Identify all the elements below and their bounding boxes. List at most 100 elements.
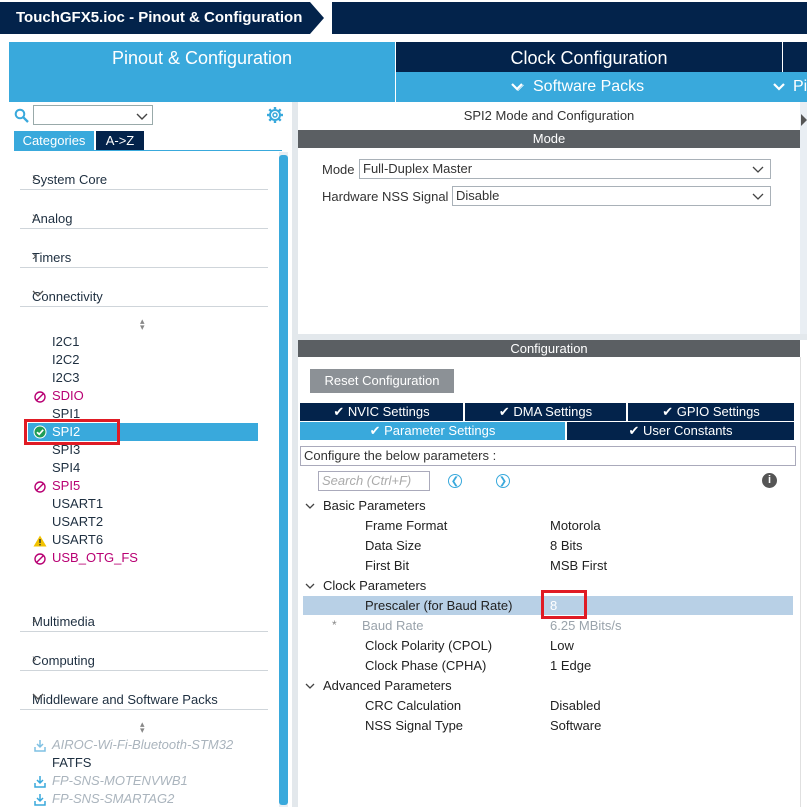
mode-select[interactable]: Full-Duplex Master — [359, 159, 771, 179]
chevron-down-icon — [752, 160, 764, 180]
tab-clock-configuration[interactable]: Clock Configuration — [396, 42, 782, 72]
category-computing[interactable]: Computing › — [20, 641, 268, 671]
left-scrollbar-thumb[interactable] — [279, 155, 288, 805]
tab-next[interactable] — [783, 42, 807, 72]
download-icon — [34, 793, 46, 811]
param-value: 6.25 MBits/s — [550, 618, 622, 633]
list-item-i2c1[interactable]: I2C1 — [52, 333, 79, 351]
software-packs-bar: ⌵ Software Packs Pi — [396, 72, 807, 102]
list-item-usart6[interactable]: USART6 — [52, 531, 103, 549]
list-item-airoc[interactable]: AIROC-Wi-Fi-Bluetooth-STM32 — [52, 736, 233, 754]
list-item-usart1[interactable]: USART1 — [52, 495, 103, 513]
list-item-i2c2[interactable]: I2C2 — [52, 351, 79, 369]
breadcrumb-arrow — [310, 2, 324, 34]
tab-a-to-z[interactable]: A->Z — [96, 131, 144, 150]
category-timers[interactable]: Timers › — [20, 238, 268, 268]
tab-categories[interactable]: Categories — [14, 131, 94, 150]
list-item-fp-sns-motenvwb1[interactable]: FP-SNS-MOTENVWB1 — [52, 772, 188, 790]
group-basic-parameters[interactable]: Basic Parameters — [323, 498, 426, 513]
divider — [14, 150, 282, 151]
list-item-i2c3[interactable]: I2C3 — [52, 369, 79, 387]
param-name: NSS Signal Type — [365, 718, 464, 733]
info-icon[interactable]: i — [762, 473, 777, 488]
chevron-down-icon — [752, 187, 764, 207]
chevron-down-icon — [32, 689, 256, 705]
more-menu-label[interactable]: Pi — [793, 72, 807, 102]
tab-label: DMA Settings — [513, 404, 593, 419]
category-connectivity[interactable]: Connectivity — [20, 277, 268, 307]
category-middleware[interactable]: Middleware and Software Packs — [20, 680, 268, 710]
gear-icon[interactable] — [266, 106, 284, 124]
sort-icon[interactable]: ▴ ▾ — [140, 720, 145, 735]
nss-select-value: Disable — [456, 188, 500, 203]
collapse-arrow-icon[interactable] — [801, 114, 807, 126]
list-item-sdio[interactable]: SDIO — [52, 387, 84, 405]
param-name: Clock Phase (CPHA) — [365, 658, 487, 673]
highlight-box-prescaler — [541, 590, 587, 619]
param-value[interactable]: 1 Edge — [550, 658, 591, 673]
param-value[interactable]: Motorola — [550, 518, 601, 533]
breadcrumb-project[interactable]: TouchGFX5.ioc - Pinout & Configuration — [0, 2, 310, 34]
tab-user-constants[interactable]: ✔ User Constants — [567, 422, 794, 440]
tab-label: NVIC Settings — [347, 404, 430, 419]
param-value[interactable]: Low — [550, 638, 574, 653]
chevron-down-icon — [32, 286, 256, 302]
check-circle-icon: ✔ — [369, 423, 385, 438]
category-multimedia[interactable]: Multimedia › — [20, 602, 268, 632]
disabled-icon — [34, 552, 46, 570]
tab-gpio-settings[interactable]: ✔ GPIO Settings — [628, 403, 794, 421]
list-item-usart2[interactable]: USART2 — [52, 513, 103, 531]
mode-header: Mode — [298, 130, 800, 148]
list-item-spi4[interactable]: SPI4 — [52, 459, 80, 477]
param-name: Data Size — [365, 538, 422, 553]
tab-pinout-configuration[interactable]: Pinout & Configuration — [9, 42, 395, 102]
chevron-down-icon — [136, 109, 148, 127]
param-name: Baud Rate — [362, 618, 424, 633]
chevron-right-icon: › — [32, 247, 37, 263]
check-circle-icon: ✔ — [333, 404, 348, 419]
download-icon — [34, 775, 46, 793]
tab-parameter-settings[interactable]: ✔ Parameter Settings — [300, 422, 565, 440]
list-item-fp-sns-smartag2[interactable]: FP-SNS-SMARTAG2 — [52, 790, 174, 808]
parameter-search-input[interactable]: Search (Ctrl+F) — [318, 471, 430, 491]
param-value[interactable]: MSB First — [550, 558, 607, 573]
disabled-icon — [34, 480, 46, 498]
configuration-header: Configuration — [298, 340, 800, 357]
group-advanced-parameters[interactable]: Advanced Parameters — [323, 678, 452, 693]
chevron-down-icon[interactable] — [305, 678, 315, 696]
tab-label: User Constants — [642, 423, 733, 438]
software-packs-label[interactable]: Software Packs — [533, 72, 644, 102]
chevron-down-icon[interactable] — [305, 578, 315, 596]
param-name: Prescaler (for Baud Rate) — [365, 598, 513, 613]
search-combobox[interactable] — [33, 105, 153, 125]
list-item-spi5[interactable]: SPI5 — [52, 477, 80, 495]
title-bar-fill — [332, 2, 807, 34]
reset-configuration-button[interactable]: Reset Configuration — [310, 369, 454, 393]
param-name: Clock Polarity (CPOL) — [365, 638, 493, 653]
param-value[interactable]: Software — [550, 718, 601, 733]
check-circle-icon: ✔ — [662, 404, 677, 419]
disabled-icon — [34, 390, 46, 408]
nss-select[interactable]: Disable — [452, 186, 771, 206]
tab-dma-settings[interactable]: ✔ DMA Settings — [465, 403, 626, 421]
right-scrollbar[interactable] — [800, 102, 807, 334]
list-item-fatfs[interactable]: FATFS — [52, 754, 91, 772]
list-item-usb-otg-fs[interactable]: USB_OTG_FS — [52, 549, 138, 567]
category-system-core[interactable]: System Core › — [20, 160, 268, 190]
mode-select-value: Full-Duplex Master — [363, 161, 473, 176]
param-value[interactable]: 8 Bits — [550, 538, 583, 553]
right-scrollbar[interactable] — [800, 357, 807, 807]
previous-icon[interactable]: ❮ — [448, 474, 462, 488]
chevron-right-icon: › — [32, 169, 37, 185]
tab-clock-label: Clock Configuration — [510, 48, 668, 68]
chevron-down-icon[interactable] — [305, 498, 315, 516]
param-name: CRC Calculation — [365, 698, 462, 713]
sort-icon[interactable]: ▴ ▾ — [140, 317, 145, 332]
group-clock-parameters[interactable]: Clock Parameters — [323, 578, 426, 593]
next-icon[interactable]: ❯ — [496, 474, 510, 488]
param-value[interactable]: Disabled — [550, 698, 601, 713]
search-icon[interactable] — [14, 108, 30, 124]
configure-hint: Configure the below parameters : — [300, 446, 796, 466]
category-analog[interactable]: Analog › — [20, 199, 268, 229]
tab-nvic-settings[interactable]: ✔ NVIC Settings — [300, 403, 463, 421]
